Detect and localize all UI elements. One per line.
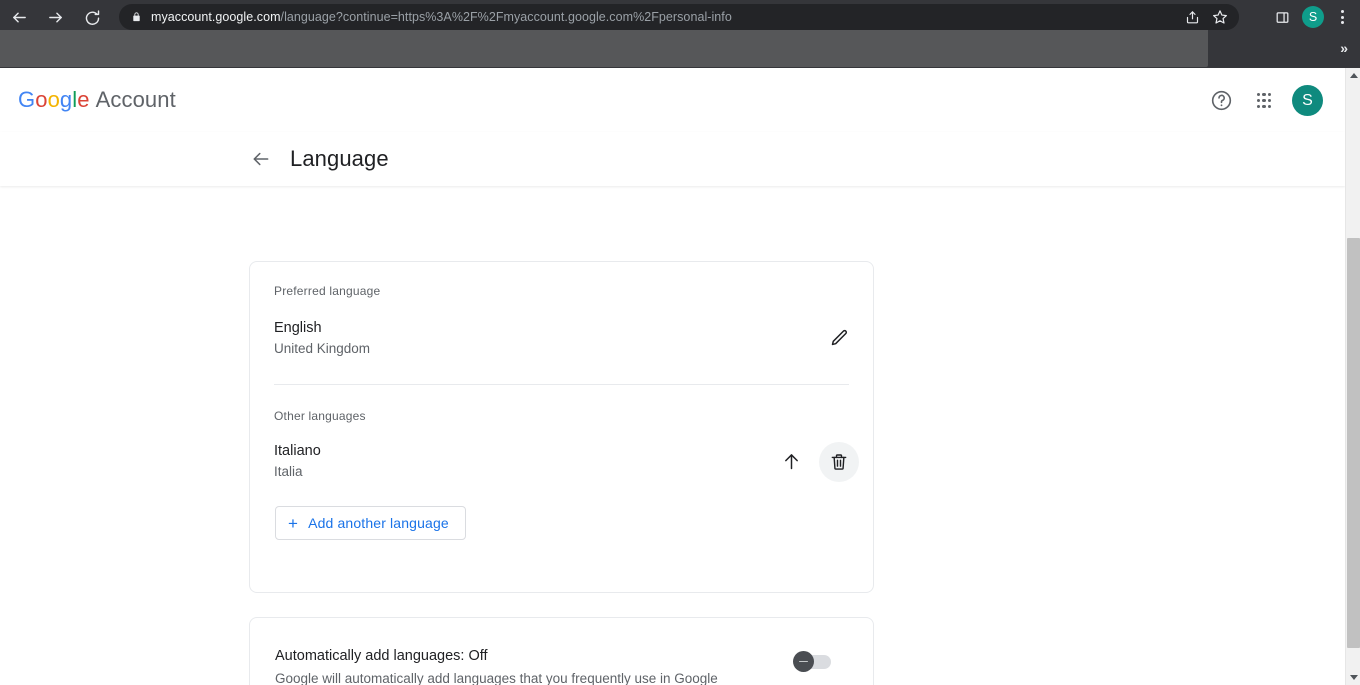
reload-icon[interactable]: [77, 2, 107, 32]
account-avatar[interactable]: S: [1292, 85, 1323, 116]
url-text: myaccount.google.com/language?continue=h…: [151, 10, 732, 24]
page-viewport: Changes to your preferred language are r…: [0, 68, 1345, 685]
add-another-language-label: Add another language: [308, 515, 449, 531]
auto-add-description: Google will automatically add languages …: [275, 669, 745, 685]
languages-card: Preferred language English United Kingdo…: [249, 261, 874, 593]
preferred-language-text: English United Kingdom: [274, 318, 370, 359]
bookmarks-bar-plate: [0, 30, 1208, 67]
pencil-edit-icon[interactable]: [819, 319, 859, 359]
google-logo: Google: [18, 87, 90, 112]
other-language-name: Italiano: [274, 441, 321, 462]
google-account-header: GoogleAccount S: [0, 68, 1345, 132]
side-panel-icon[interactable]: [1269, 4, 1295, 30]
arrow-up-icon[interactable]: [771, 442, 811, 482]
add-another-language-button[interactable]: + Add another language: [275, 506, 466, 540]
lock-icon: [131, 11, 142, 23]
scroll-up-arrow-icon[interactable]: [1346, 68, 1360, 83]
auto-add-text-block: Automatically add languages: Off Google …: [275, 646, 745, 685]
browser-right-controls: S: [1269, 2, 1358, 32]
back-arrow-icon[interactable]: [4, 2, 34, 32]
google-apps-grid-icon[interactable]: [1249, 86, 1279, 116]
bookmarks-bar: »: [0, 30, 1360, 68]
scroll-down-arrow-icon[interactable]: [1346, 670, 1360, 685]
bookmarks-overflow-icon[interactable]: »: [1340, 41, 1348, 55]
share-icon[interactable]: [1179, 4, 1205, 30]
back-arrow-icon[interactable]: [249, 147, 273, 171]
url-host: myaccount.google.com: [151, 10, 281, 24]
browser-chrome: » myaccount.google.com/lang: [0, 0, 1360, 68]
preferred-language-label: Preferred language: [274, 284, 849, 298]
other-language-actions: [771, 442, 859, 482]
header-actions: S: [1206, 85, 1323, 116]
preferred-language-name: English: [274, 318, 370, 339]
preferred-language-row: English United Kingdom: [250, 298, 873, 359]
page-title: Language: [290, 146, 389, 172]
preferred-language-region: United Kingdom: [274, 339, 370, 359]
address-bar[interactable]: myaccount.google.com/language?continue=h…: [119, 4, 1239, 30]
plus-icon: +: [288, 515, 298, 532]
trash-delete-icon[interactable]: [819, 442, 859, 482]
three-dot-menu-icon[interactable]: [1331, 4, 1353, 30]
other-language-text: Italiano Italia: [274, 441, 321, 482]
auto-add-title: Automatically add languages: Off: [275, 646, 745, 667]
scrollbar-thumb[interactable]: [1347, 238, 1360, 648]
other-language-region: Italia: [274, 462, 321, 482]
url-path: /language?continue=https%3A%2F%2Fmyaccou…: [281, 10, 732, 24]
help-icon[interactable]: [1206, 86, 1236, 116]
auto-add-languages-toggle[interactable]: [795, 655, 831, 669]
auto-add-toggle-wrap: [795, 646, 873, 669]
auto-add-languages-card: Automatically add languages: Off Google …: [249, 617, 874, 685]
forward-arrow-icon[interactable]: [40, 2, 70, 32]
other-languages-label: Other languages: [274, 409, 849, 423]
account-word: Account: [96, 87, 176, 112]
page-scrollbar[interactable]: [1345, 68, 1360, 685]
toggle-off-dash: [799, 661, 808, 663]
google-account-brand[interactable]: GoogleAccount: [18, 86, 176, 114]
omnibox-actions: [1173, 4, 1239, 30]
other-language-row: Italiano Italia: [250, 423, 873, 482]
star-icon[interactable]: [1207, 4, 1233, 30]
browser-toolbar: myaccount.google.com/language?continue=h…: [0, 0, 1360, 34]
toggle-knob: [793, 651, 814, 672]
page-subheader: Language: [0, 132, 1345, 186]
apps-grid-dots: [1257, 93, 1272, 108]
chrome-profile-avatar[interactable]: S: [1302, 6, 1324, 28]
